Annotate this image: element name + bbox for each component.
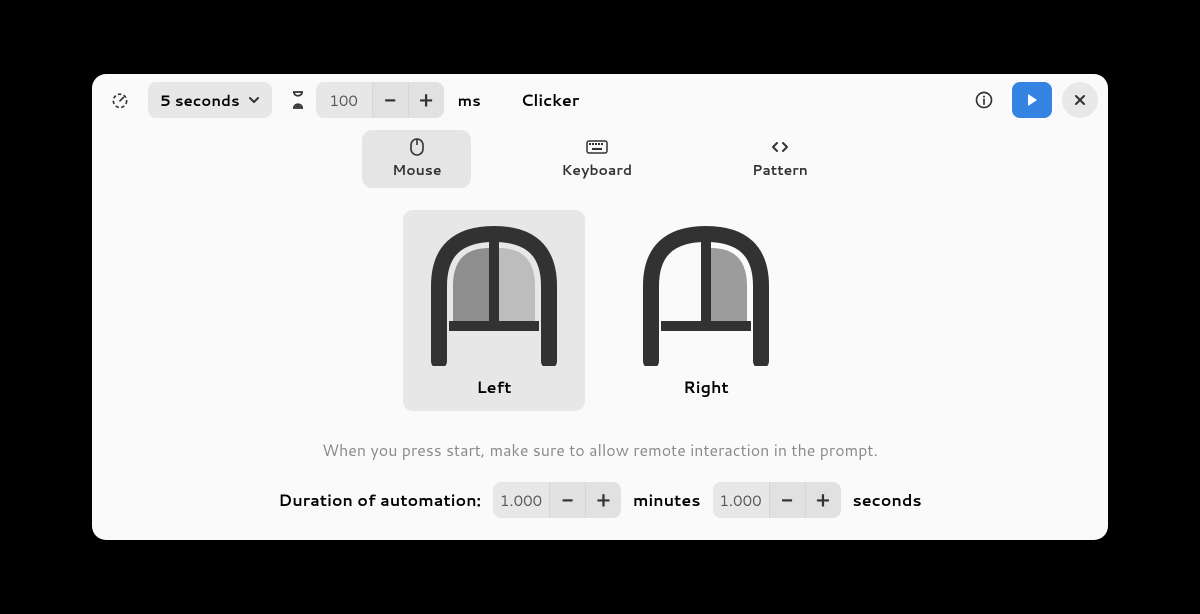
right-click-option[interactable]: Right [615,210,797,411]
mouse-button-selector: Left Right [403,210,797,411]
chevron-down-icon [248,94,260,106]
minutes-increment[interactable]: + [585,482,621,518]
play-icon [1024,92,1040,108]
seconds-decrement[interactable]: − [769,482,805,518]
app-title: Clicker [521,89,579,112]
minutes-value[interactable]: 1.000 [493,482,549,518]
countdown-icon-button[interactable] [102,82,138,118]
tab-keyboard-label: Keyboard [561,160,632,180]
interval-increment[interactable]: + [408,82,444,118]
seconds-increment[interactable]: + [805,482,841,518]
tab-mouse[interactable]: Mouse [362,130,471,188]
close-button[interactable] [1062,82,1098,118]
hint-text: When you press start, make sure to allow… [322,439,878,462]
minutes-unit: minutes [633,489,700,512]
tab-mouse-label: Mouse [392,160,441,180]
duration-row: Duration of automation: 1.000 − + minute… [278,482,921,518]
mouse-left-icon [409,216,579,366]
minutes-spinner: 1.000 − + [493,482,621,518]
title-bar: 5 seconds 100 − + ms Clicker [92,74,1108,126]
interval-value[interactable]: 100 [316,82,372,118]
interval-decrement[interactable]: − [372,82,408,118]
seconds-unit: seconds [853,489,922,512]
seconds-spinner: 1.000 − + [713,482,841,518]
tab-pattern[interactable]: Pattern [722,130,838,188]
start-button[interactable] [1012,82,1052,118]
hourglass-icon [290,90,306,110]
mode-tabs: Mouse Keyboard Pattern [92,130,1108,188]
tab-keyboard[interactable]: Keyboard [531,130,662,188]
minutes-decrement[interactable]: − [549,482,585,518]
right-click-label: Right [683,376,729,399]
keyboard-icon [586,138,608,156]
seconds-value[interactable]: 1.000 [713,482,769,518]
content-area: Left Right When you press start, make su… [92,188,1108,540]
info-button[interactable] [966,82,1002,118]
close-icon [1074,94,1086,106]
interval-unit: ms [458,90,481,111]
countdown-value: 5 seconds [160,90,240,111]
left-click-label: Left [476,376,511,399]
pattern-icon [770,138,790,156]
timer-dashed-icon [110,90,130,110]
mouse-icon [410,138,424,156]
countdown-select[interactable]: 5 seconds [148,82,272,118]
duration-label: Duration of automation: [278,489,481,512]
mouse-right-icon [621,216,791,366]
app-window: 5 seconds 100 − + ms Clicker [92,74,1108,540]
interval-spinner: 100 − + [316,82,444,118]
info-icon [974,90,994,110]
left-click-option[interactable]: Left [403,210,585,411]
tab-pattern-label: Pattern [752,160,808,180]
